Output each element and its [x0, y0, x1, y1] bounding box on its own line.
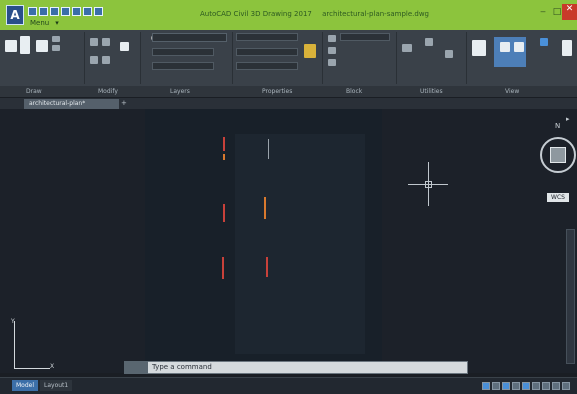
- ucs-x-label: X: [50, 363, 55, 370]
- minimize-icon[interactable]: ‒: [538, 7, 548, 17]
- drawing-mark: [223, 204, 225, 222]
- layer-dropdown[interactable]: [152, 33, 227, 42]
- polar-toggle-icon[interactable]: [512, 382, 520, 390]
- drawing-mark: [222, 257, 224, 279]
- ucs-axis-x: [14, 368, 50, 369]
- panel-separator: [322, 32, 323, 84]
- drawing-mark: [223, 154, 225, 160]
- panel-label-view[interactable]: View: [505, 88, 519, 95]
- viewport-controls-icon[interactable]: ▸: [566, 115, 570, 123]
- viewcube-north-label: N: [555, 122, 561, 130]
- mirror-icon[interactable]: [102, 56, 110, 64]
- ortho-toggle-icon[interactable]: [502, 382, 510, 390]
- edit-block-icon[interactable]: [328, 59, 336, 66]
- layout-tab[interactable]: Layout1: [40, 380, 73, 391]
- panel-separator: [140, 32, 141, 84]
- panel-separator: [232, 32, 233, 84]
- drawing-mark: [266, 257, 268, 277]
- quick-access-toolbar: [28, 7, 103, 16]
- panel-label-properties[interactable]: Properties: [262, 88, 292, 95]
- file-tab-strip: architectural-plan* +: [0, 98, 577, 109]
- move-icon[interactable]: [90, 38, 98, 46]
- navigate-icon[interactable]: [540, 38, 548, 46]
- ucs-icon: [14, 321, 15, 369]
- command-line-tools-icon[interactable]: [124, 361, 148, 374]
- panel-separator: [466, 32, 467, 84]
- wcs-menu-button[interactable]: WCS: [547, 193, 569, 202]
- rectangle-icon[interactable]: [52, 45, 60, 51]
- redo-icon[interactable]: [94, 7, 103, 16]
- osnap-toggle-icon[interactable]: [522, 382, 530, 390]
- panel-separator: [84, 32, 85, 84]
- lineweight-toggle-icon[interactable]: [532, 382, 540, 390]
- close-icon[interactable]: ✕: [562, 4, 577, 20]
- arc-icon[interactable]: [52, 36, 60, 42]
- ribbon-panel-labels: Draw Modify Layers Properties Block Util…: [0, 86, 577, 97]
- workspace-icon[interactable]: [552, 382, 560, 390]
- status-bar: Model Layout1: [0, 377, 577, 394]
- menu-label: Menu: [30, 19, 50, 27]
- file-tab[interactable]: architectural-plan*: [24, 99, 119, 109]
- save-icon[interactable]: [50, 7, 59, 16]
- group-icon[interactable]: [402, 44, 412, 52]
- snap-toggle-icon[interactable]: [492, 382, 500, 390]
- new-icon[interactable]: [28, 7, 37, 16]
- panel-label-draw[interactable]: Draw: [26, 88, 42, 95]
- trim-icon[interactable]: [120, 42, 129, 51]
- open-icon[interactable]: [39, 7, 48, 16]
- undo-icon[interactable]: [83, 7, 92, 16]
- rotate-icon[interactable]: [102, 38, 110, 46]
- print-icon[interactable]: [72, 7, 81, 16]
- app-name: AutoCAD Civil 3D Drawing 2017: [200, 10, 312, 18]
- navigation-bar[interactable]: [566, 229, 575, 364]
- drawing-canvas[interactable]: ▸ N WCS Y X: [0, 109, 577, 373]
- calculator-icon[interactable]: [445, 50, 453, 58]
- visual-style-icon[interactable]: [514, 42, 524, 52]
- panel-label-modify[interactable]: Modify: [98, 88, 118, 95]
- paste-icon[interactable]: [472, 40, 486, 56]
- maximize-icon[interactable]: □: [552, 7, 562, 17]
- app-logo[interactable]: A: [6, 5, 24, 25]
- linetype-dropdown[interactable]: [236, 48, 298, 56]
- command-prompt: Type a command: [152, 363, 212, 371]
- new-tab-icon[interactable]: +: [121, 99, 127, 107]
- color-dropdown[interactable]: [236, 33, 298, 41]
- measure-icon[interactable]: [425, 38, 433, 46]
- menu-button[interactable]: Menu ▾: [30, 19, 59, 27]
- drawing-mark: [264, 197, 266, 219]
- layer-state-dropdown[interactable]: [152, 48, 214, 56]
- ribbon: Draw Modify Layers Properties Block Util…: [0, 30, 577, 97]
- grid-toggle-icon[interactable]: [482, 382, 490, 390]
- cursor-pickbox: [425, 181, 432, 188]
- insert-block-icon[interactable]: [328, 35, 336, 42]
- viewport-icon[interactable]: [500, 42, 510, 52]
- title-bar: A Menu ▾ AutoCAD Civil 3D Drawing 2017 ar…: [0, 0, 577, 30]
- create-block-icon[interactable]: [328, 47, 336, 54]
- polyline-icon[interactable]: [20, 36, 30, 54]
- chevron-down-icon: ▾: [55, 19, 59, 27]
- drawing-mark: [223, 137, 225, 151]
- drawing-mark: [268, 139, 269, 159]
- panel-label-block[interactable]: Block: [346, 88, 362, 95]
- circle-icon[interactable]: [36, 40, 48, 52]
- annotation-scale-icon[interactable]: [542, 382, 550, 390]
- copy-icon[interactable]: [90, 56, 98, 64]
- file-path: architectural-plan-sample.dwg: [322, 10, 429, 18]
- match-properties-icon[interactable]: [304, 44, 316, 58]
- panel-label-utilities[interactable]: Utilities: [420, 88, 443, 95]
- drawing-block: [235, 134, 365, 354]
- layer-tools-row[interactable]: [152, 62, 214, 70]
- customize-icon[interactable]: [562, 382, 570, 390]
- text-style-dropdown[interactable]: [340, 33, 390, 41]
- panel-separator: [396, 32, 397, 84]
- window-title: AutoCAD Civil 3D Drawing 2017 architectu…: [200, 10, 429, 18]
- panel-label-layers[interactable]: Layers: [170, 88, 190, 95]
- status-toggles: [482, 382, 570, 390]
- line-icon[interactable]: [5, 40, 17, 52]
- viewcube[interactable]: [550, 147, 566, 163]
- lineweight-dropdown[interactable]: [236, 62, 298, 70]
- base-view-icon[interactable]: [562, 40, 572, 56]
- model-tab[interactable]: Model: [12, 380, 39, 391]
- save-as-icon[interactable]: [61, 7, 70, 16]
